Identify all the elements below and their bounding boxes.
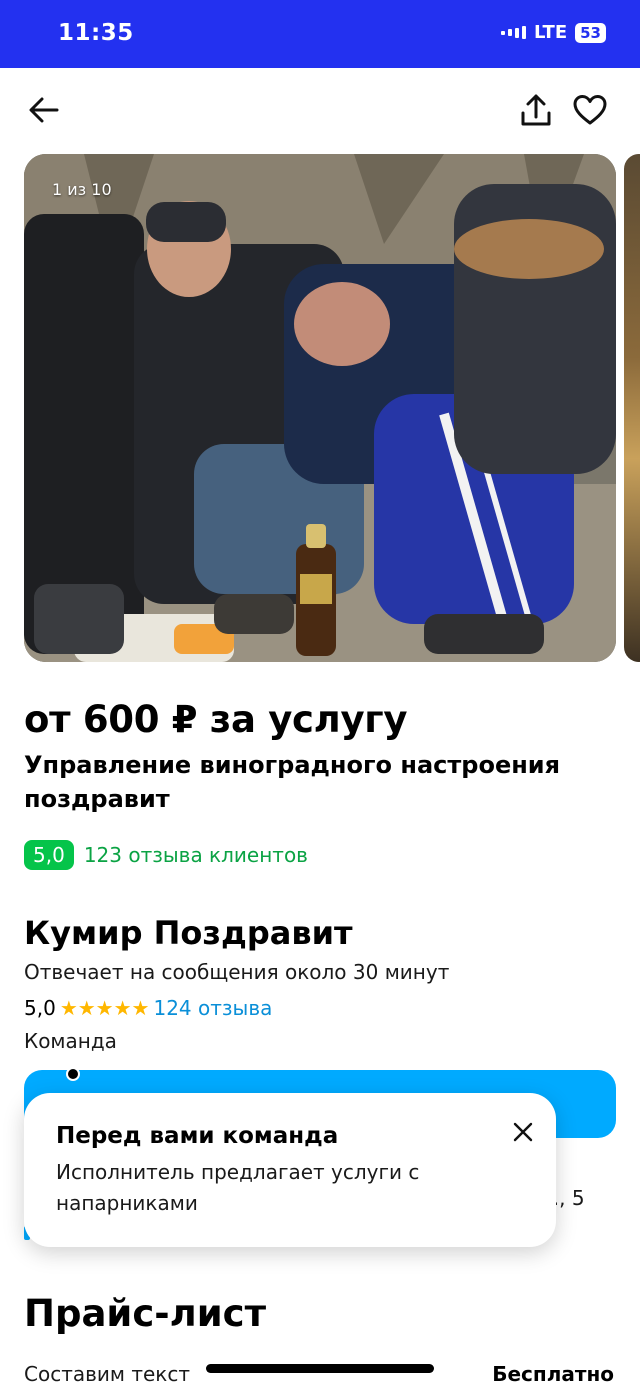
battery-icon: 53 [575,22,606,43]
tooltip-title: Перед вами команда [56,1123,339,1149]
tooltip-pointer [66,1067,80,1081]
pricelist-title: Прайс-лист [24,1292,267,1335]
back-button[interactable] [22,90,66,130]
provider-rating[interactable]: 5,0 ★★★★★ 124 отзыва [24,996,272,1020]
share-button[interactable] [514,88,558,132]
share-icon [521,94,551,126]
reviews-link[interactable]: 123 отзыва клиентов [84,843,308,867]
tooltip-close-button[interactable] [506,1115,540,1149]
price-item-name: Составим текст [24,1362,191,1386]
tooltip-text: Исполнитель предлагает услуги с напарник… [56,1160,420,1215]
service-title: Управление виноградного настроения поздр… [24,751,561,813]
arrow-left-icon [29,97,59,123]
price-item-value: Бесплатно [492,1362,614,1386]
top-nav [0,68,640,152]
price: от 600 ₽ за услугу [24,698,408,741]
status-bar: 11:35 LTE 53 [0,0,640,68]
provider-rating-value: 5,0 [24,996,56,1020]
rating-badge: 5,0 [24,840,74,870]
heart-icon [573,95,607,125]
favorite-button[interactable] [568,88,612,132]
response-time: Отвечает на сообщения около 30 минут [24,960,450,984]
listing-photo [24,154,616,662]
provider-reviews-link[interactable]: 124 отзыва [153,996,272,1020]
photo-gallery[interactable]: 1 из 10 [24,154,616,662]
listing-rating[interactable]: 5,0 123 отзыва клиентов [24,840,308,870]
next-photo-preview[interactable] [624,154,640,662]
photo-counter: 1 из 10 [52,180,112,199]
close-icon [513,1122,533,1142]
team-tooltip: Перед вами команда Исполнитель предлагае… [24,1093,556,1247]
network-type: LTE [534,22,568,43]
home-indicator[interactable] [206,1364,434,1373]
provider-name[interactable]: Кумир Поздравит [24,914,353,952]
star-icon: ★★★★★ [59,996,150,1020]
status-time: 11:35 [58,20,134,46]
status-indicators: LTE 53 [501,22,606,43]
provider-type: Команда [24,1029,117,1053]
signal-icon [501,26,527,39]
